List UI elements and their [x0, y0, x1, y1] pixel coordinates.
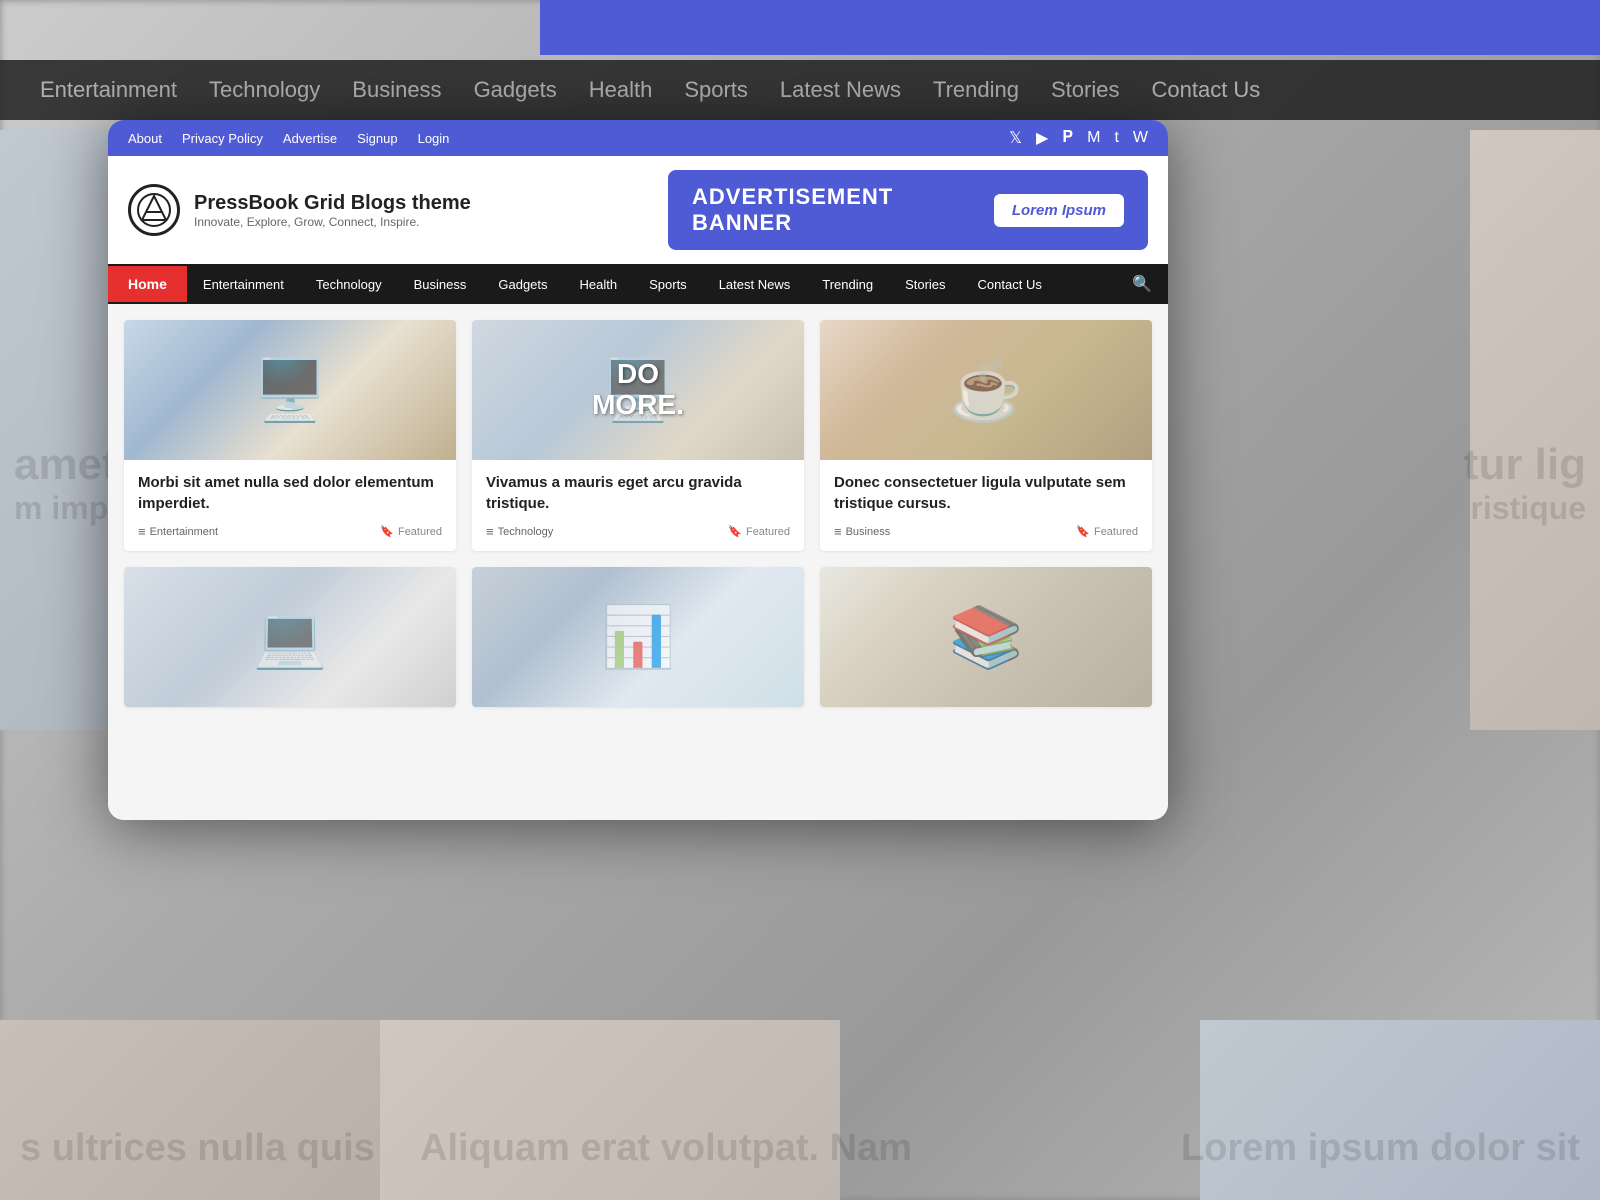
topbar-links: About Privacy Policy Advertise Signup Lo…	[128, 131, 449, 146]
bg-nav-item: Stories	[1051, 77, 1119, 103]
logo-svg	[136, 192, 172, 228]
do-more-text: DOMORE.	[592, 359, 684, 421]
tumblr-icon[interactable]: t	[1114, 129, 1118, 147]
bg-nav-item: Business	[352, 77, 441, 103]
nav-contact-us[interactable]: Contact Us	[962, 267, 1058, 302]
nav-sports[interactable]: Sports	[633, 267, 703, 302]
modal-header: PressBook Grid Blogs theme Innovate, Exp…	[108, 156, 1168, 264]
bg-bottom-right	[1200, 1020, 1600, 1200]
wordpress-icon[interactable]: W	[1133, 129, 1148, 147]
card-1-meta: Entertainment Featured	[138, 524, 442, 539]
card-5	[472, 567, 804, 707]
logo-area: PressBook Grid Blogs theme Innovate, Exp…	[128, 184, 471, 236]
card-1-body: Morbi sit amet nulla sed dolor elementum…	[124, 460, 456, 551]
site-tagline: Innovate, Explore, Grow, Connect, Inspir…	[194, 215, 471, 229]
bg-text-right2: ristique	[1470, 490, 1586, 527]
site-logo	[128, 184, 180, 236]
about-link[interactable]: About	[128, 131, 162, 146]
nav-stories[interactable]: Stories	[889, 267, 961, 302]
card-3-title: Donec consectetuer ligula vulputate sem …	[834, 472, 1138, 514]
nav-latest-news[interactable]: Latest News	[703, 267, 807, 302]
nav-home[interactable]: Home	[108, 266, 187, 302]
card-2-meta: Technology Featured	[486, 524, 790, 539]
bg-nav-item: Entertainment	[40, 77, 177, 103]
main-modal: About Privacy Policy Advertise Signup Lo…	[108, 120, 1168, 820]
card-4-image	[124, 567, 456, 707]
card-3-category: Business	[834, 524, 890, 539]
card-2-badge: Featured	[728, 525, 790, 538]
card-1-title: Morbi sit amet nulla sed dolor elementum…	[138, 472, 442, 514]
bg-nav-item: Sports	[684, 77, 748, 103]
medium-icon[interactable]: M	[1087, 129, 1100, 147]
card-1: Morbi sit amet nulla sed dolor elementum…	[124, 320, 456, 551]
card-3-image	[820, 320, 1152, 460]
nav-gadgets[interactable]: Gadgets	[482, 267, 563, 302]
bg-bottom-text3: Lorem ipsum dolor sit	[1181, 1127, 1580, 1170]
bg-text-left2: m imp	[14, 490, 108, 527]
site-name: PressBook Grid Blogs theme	[194, 192, 471, 215]
card-1-category: Entertainment	[138, 524, 218, 539]
bg-bottom-text1: s ultrices nulla quis	[20, 1127, 375, 1170]
card-4	[124, 567, 456, 707]
card-6-image	[820, 567, 1152, 707]
card-3-badge: Featured	[1076, 525, 1138, 538]
background-nav: Entertainment Technology Business Gadget…	[0, 60, 1600, 120]
card-2-image: DOMORE.	[472, 320, 804, 460]
card-6	[820, 567, 1152, 707]
card-2: DOMORE. Vivamus a mauris eget arcu gravi…	[472, 320, 804, 551]
nav-entertainment[interactable]: Entertainment	[187, 267, 300, 302]
privacy-policy-link[interactable]: Privacy Policy	[182, 131, 263, 146]
bg-nav-item: Gadgets	[474, 77, 557, 103]
content-area: Morbi sit amet nulla sed dolor elementum…	[108, 304, 1168, 820]
main-nav: Home Entertainment Technology Business G…	[108, 264, 1168, 304]
bg-text-right: tur lig	[1464, 440, 1586, 490]
bg-nav-item: Trending	[933, 77, 1019, 103]
bg-bottom-text2: Aliquam erat volutpat. Nam	[420, 1127, 912, 1170]
signup-link[interactable]: Signup	[357, 131, 397, 146]
card-row-1: Morbi sit amet nulla sed dolor elementum…	[124, 320, 1152, 551]
nav-health[interactable]: Health	[564, 267, 634, 302]
card-1-image	[124, 320, 456, 460]
bg-bottom-left	[0, 1020, 400, 1200]
nav-business[interactable]: Business	[398, 267, 483, 302]
search-icon[interactable]: 🔍	[1116, 264, 1168, 304]
youtube-icon[interactable]: ▶	[1036, 128, 1048, 148]
card-row-2	[124, 567, 1152, 707]
card-2-title: Vivamus a mauris eget arcu gravida trist…	[486, 472, 790, 514]
ad-banner-text: ADVERTISEMENT BANNER	[692, 184, 974, 236]
twitter-icon[interactable]: 𝕏	[1009, 128, 1022, 148]
card-3-body: Donec consectetuer ligula vulputate sem …	[820, 460, 1152, 551]
card-2-category: Technology	[486, 524, 553, 539]
nav-technology[interactable]: Technology	[300, 267, 398, 302]
bg-nav-item: Health	[589, 77, 653, 103]
social-links: 𝕏 ▶ 𝐏 M t W	[1009, 128, 1148, 148]
pinterest-icon[interactable]: 𝐏	[1062, 129, 1073, 147]
bg-bottom-mid	[380, 1020, 840, 1200]
modal-topbar: About Privacy Policy Advertise Signup Lo…	[108, 120, 1168, 156]
card-3: Donec consectetuer ligula vulputate sem …	[820, 320, 1152, 551]
bg-nav-item: Contact Us	[1151, 77, 1260, 103]
card-5-image	[472, 567, 804, 707]
card-2-body: Vivamus a mauris eget arcu gravida trist…	[472, 460, 804, 551]
card-3-meta: Business Featured	[834, 524, 1138, 539]
advertisement-banner[interactable]: ADVERTISEMENT BANNER Lorem Ipsum	[668, 170, 1148, 250]
card-1-badge: Featured	[380, 525, 442, 538]
login-link[interactable]: Login	[418, 131, 450, 146]
advertise-link[interactable]: Advertise	[283, 131, 337, 146]
bg-nav-item: Latest News	[780, 77, 901, 103]
bg-nav-item: Technology	[209, 77, 320, 103]
logo-text: PressBook Grid Blogs theme Innovate, Exp…	[194, 192, 471, 229]
bg-image-right	[1470, 130, 1600, 730]
bg-image-left	[0, 130, 120, 730]
ad-banner-button[interactable]: Lorem Ipsum	[994, 194, 1124, 227]
nav-trending[interactable]: Trending	[806, 267, 889, 302]
